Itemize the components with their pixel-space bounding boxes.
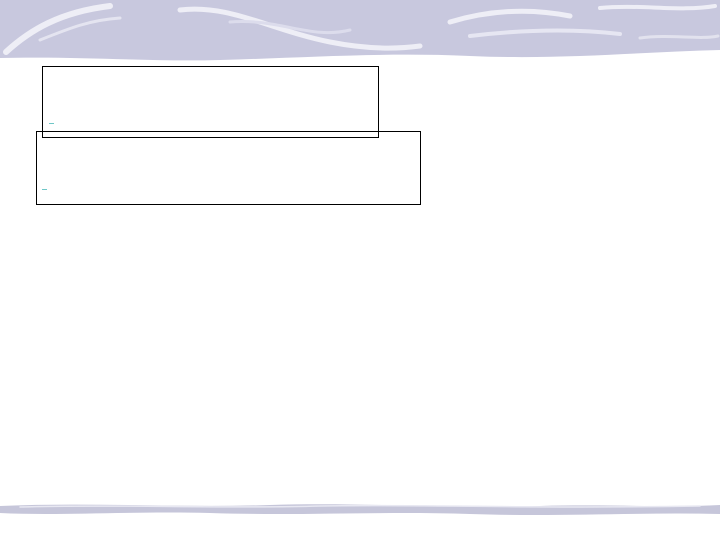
text-cursor-mark — [42, 189, 47, 190]
slide-canvas — [0, 0, 720, 540]
text-cursor-mark — [49, 123, 54, 124]
text-placeholder-box[interactable] — [42, 66, 379, 138]
header-banner-graphic — [0, 0, 720, 61]
text-placeholder-box[interactable] — [36, 131, 421, 205]
banner-swirl-7 — [598, 4, 717, 11]
footer-band-graphic — [0, 504, 720, 515]
banner-swirl-8 — [638, 34, 720, 40]
